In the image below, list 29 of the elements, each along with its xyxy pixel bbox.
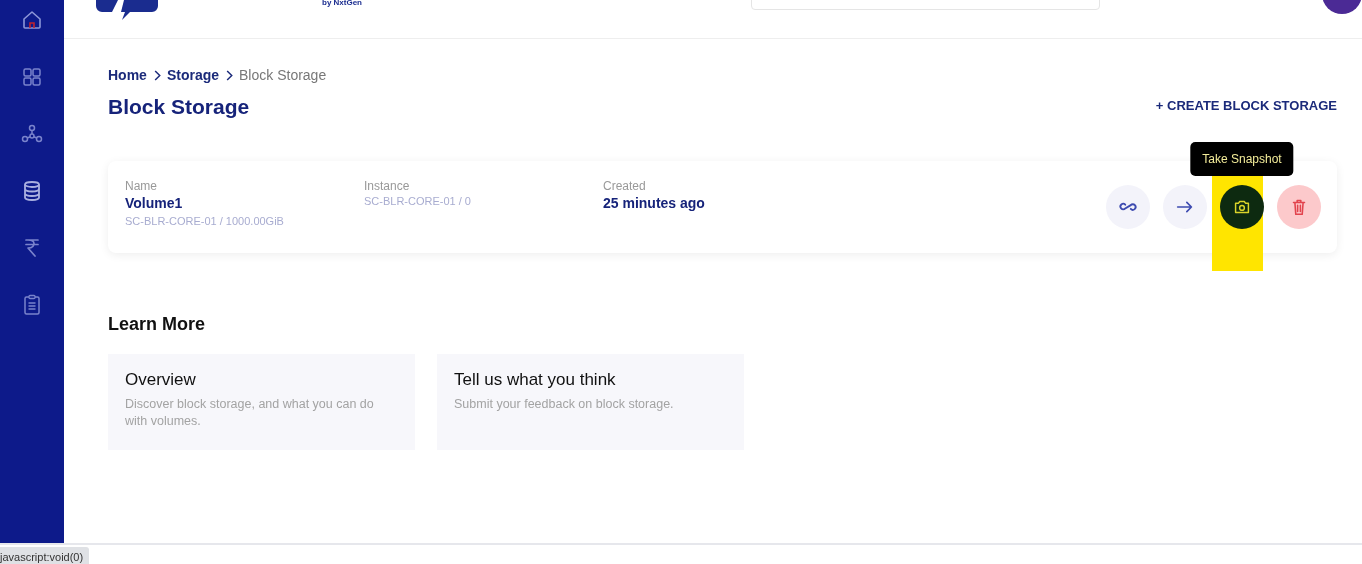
page-title: Block Storage — [108, 94, 251, 120]
breadcrumb-link[interactable]: Storage — [166, 65, 220, 86]
chevron-icon — [225, 70, 234, 81]
arrow-button[interactable] — [1163, 185, 1207, 230]
trash-button[interactable] — [1277, 185, 1321, 230]
breadcrumb-link[interactable]: Home — [108, 65, 147, 86]
field-detail: SC-BLR-CORE-01 / 1000.00GiB — [125, 214, 285, 230]
tooltip: Take Snapshot — [1190, 142, 1294, 177]
home-icon[interactable] — [20, 8, 44, 32]
field-label: Instance — [364, 179, 411, 194]
field-label: Name — [125, 179, 158, 194]
status-url: javascript:void(0) — [0, 547, 90, 564]
section-title: Learn More — [108, 313, 207, 337]
field-label: Created — [603, 179, 647, 194]
logo-tagline: by NxtGen — [322, 0, 362, 9]
card-text: Submit your feedback on block storage. — [454, 396, 675, 414]
link-button[interactable] — [1106, 185, 1150, 230]
chevron-icon — [152, 70, 161, 81]
learn-card[interactable]: Overview Discover block storage, and what you can do with volumes. — [108, 354, 415, 451]
create-button[interactable]: + CREATE BLOCK STORAGE — [1155, 93, 1337, 120]
breadcrumb-current: Block Storage — [239, 66, 327, 85]
grid-icon[interactable] — [20, 65, 44, 89]
card-text: Discover block storage, and what you can do with volumes. — [125, 396, 375, 431]
card-title: Tell us what you think — [454, 370, 617, 391]
field-value: Volume1 — [125, 194, 184, 214]
learn-card[interactable]: Tell us what you think Submit your feedback on block storage. — [437, 354, 744, 451]
card-title: Overview — [125, 370, 197, 391]
field-detail: SC-BLR-CORE-01 / 0 — [364, 194, 472, 210]
field-value: 25 minutes ago — [603, 194, 706, 214]
